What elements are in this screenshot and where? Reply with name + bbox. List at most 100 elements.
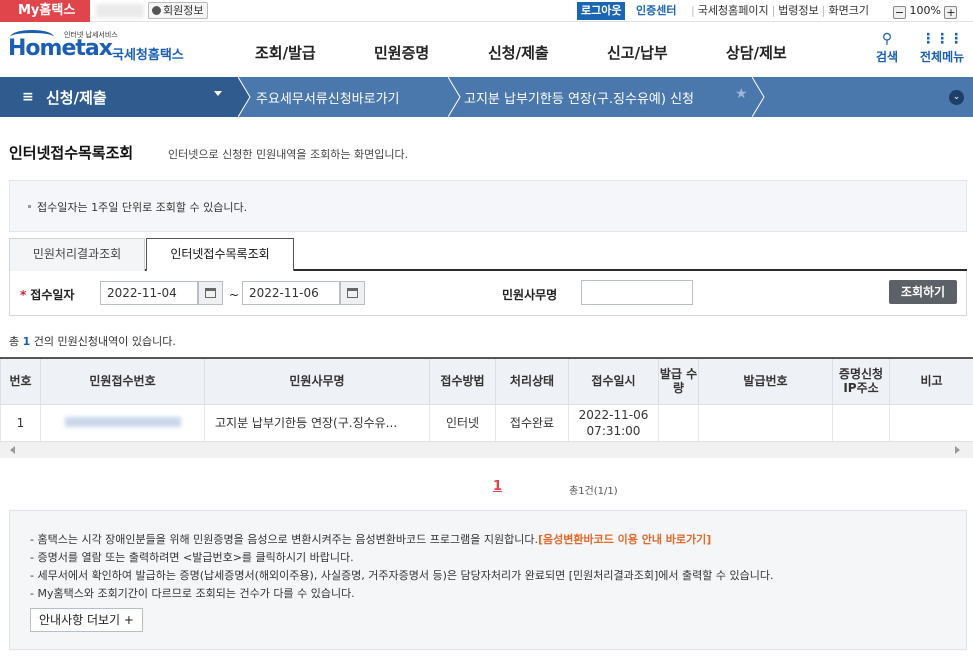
col-header: 번호 [0, 357, 41, 405]
cell-issue-no [698, 403, 833, 442]
screen-size-label: 화면크기 [828, 4, 869, 17]
page-total: 총1건(1/1) [569, 486, 618, 497]
law-info-link[interactable]: 법령정보 [778, 4, 818, 17]
nav-certificate[interactable]: 민원증명 [374, 42, 429, 63]
chevron-down-icon[interactable]: ⌄ [949, 90, 964, 105]
cert-center-link[interactable]: 인증센터 [636, 3, 676, 19]
table-header-row: 번호 민원접수번호 민원사무명 접수방법 처리상태 접수일시 발급 수량 발급번… [0, 357, 973, 405]
page-title: 인터넷접수목록조회 [9, 144, 134, 162]
tab-internet-receipt-list[interactable]: 인터넷접수목록조회 [146, 238, 294, 272]
result-count: 총 1 건의 민원신청내역이 있습니다. [9, 333, 176, 349]
count-number: 1 [22, 335, 31, 348]
guide-item: 증명서를 열람 또는 출력하려면 <발급번호>를 클릭하시기 바랍니다. [30, 549, 773, 567]
col-header: 접수일시 [568, 357, 659, 405]
to-date-input[interactable]: 2022-11-06 [242, 281, 340, 305]
page-description: 인터넷으로 신청한 민원내역을 조회하는 화면입니다. [168, 148, 409, 161]
scroll-right-icon[interactable] [955, 446, 960, 454]
breadcrumb: ≡ 신청/제출 주요세무서류신청바로가기 고지분 납부기한등 연장(구.징수유예… [0, 77, 973, 117]
date-label-text: 접수일자 [30, 288, 75, 302]
date-label: * 접수일자 [20, 286, 74, 303]
col-header: 발급번호 [698, 357, 833, 405]
nav-report-pay[interactable]: 신고/납부 [607, 42, 668, 63]
notice-text: 접수일자는 1주일 단위로 조회할 수 있습니다. [28, 199, 247, 215]
calendar-icon [347, 288, 358, 298]
dropdown-arrow-icon [214, 91, 222, 96]
tab-result-inquiry[interactable]: 민원처리결과조회 [9, 238, 145, 271]
logo-wordmark: Hometax [8, 36, 113, 61]
zoom-level: 100% [909, 4, 941, 17]
page-link-current[interactable]: 1 [493, 479, 502, 494]
cell-note [889, 403, 973, 442]
guide-item: My홈택스와 조회기간이 다르므로 조회되는 건수가 다를 수 있습니다. [30, 585, 773, 603]
logout-button[interactable]: 로그아웃 [577, 2, 626, 20]
table-row[interactable]: 1 고지분 납부기한등 연장(구.징수유... 인터넷 접수완료 2022-11… [0, 403, 973, 442]
col-header: 민원접수번호 [40, 357, 205, 405]
search-label: 검색 [876, 50, 899, 64]
to-calendar-button[interactable] [340, 281, 365, 305]
zoom-out-button[interactable]: − [893, 6, 906, 19]
nav-consult[interactable]: 상담/제보 [726, 42, 787, 63]
section-label: 신청/제출 [46, 89, 107, 107]
voice-barcode-link[interactable]: [음성변환바코드 이용 안내 바로가기] [538, 533, 711, 546]
guide-box: 홈택스는 시각 장애인분들을 위해 민원증명을 음성으로 변환시켜주는 음성변환… [9, 510, 967, 650]
cell-ip [832, 403, 890, 442]
main-nav: 인터넷 납세서비스 Hometax 국세청홈택스 조회/발급 민원증명 신청/제… [0, 22, 973, 77]
breadcrumb-level2[interactable]: 주요세무서류신청바로가기 [256, 88, 400, 107]
count-suffix: 건의 민원신청내역이 있습니다. [33, 335, 176, 348]
calendar-icon [205, 288, 216, 298]
cell-no: 1 [0, 403, 41, 442]
from-date-input[interactable]: 2022-11-04 [100, 281, 198, 305]
all-menu-button[interactable]: ⋮⋮⋮ 전체메뉴 [920, 30, 964, 65]
guide-item: 세무서에서 확인하여 발급하는 증명(납세증명서(해외이주용), 사실증명, 거… [30, 567, 773, 585]
breadcrumb-chevron-icon [448, 77, 461, 117]
guide-more-button[interactable]: 안내사항 더보기 + [30, 608, 143, 632]
cell-status: 접수완료 [495, 403, 569, 442]
nav-apply-submit[interactable]: 신청/제출 [488, 42, 549, 63]
col-header: 증명신청 IP주소 [832, 357, 890, 405]
horizontal-scrollbar[interactable] [0, 441, 973, 458]
office-label: 민원사무명 [502, 288, 558, 302]
receipt-no-blurred [64, 416, 181, 427]
from-calendar-button[interactable] [198, 281, 223, 305]
breadcrumb-level3[interactable]: 고지분 납부기한등 연장(구.징수유예) 신청 [464, 88, 694, 107]
results-table: 번호 민원접수번호 민원사무명 접수방법 처리상태 접수일시 발급 수량 발급번… [0, 357, 973, 442]
util-links: | 국세청홈페이지 | 법령정보 | 화면크기 [691, 4, 869, 17]
hamburger-icon: ≡ [22, 89, 34, 105]
search-submit-button[interactable]: 조회하기 [889, 280, 957, 304]
hometax-logo[interactable]: 인터넷 납세서비스 Hometax 국세청홈택스 [8, 28, 193, 72]
person-icon [152, 6, 161, 15]
grid-menu-icon: ⋮⋮⋮ [921, 31, 964, 47]
nav-inquiry-issue[interactable]: 조회/발급 [255, 42, 316, 63]
cell-qty [658, 403, 699, 442]
favorite-star-icon[interactable]: ★ [735, 86, 748, 102]
utility-bar: My홈택스 회원정보 로그아웃 인증센터 | 국세청홈페이지 | 법령정보 | 화면크기 … [0, 0, 973, 22]
zoom-in-button[interactable]: + [944, 6, 958, 19]
breadcrumb-chevron-icon [238, 77, 251, 117]
my-hometax-button[interactable]: My홈택스 [0, 0, 90, 22]
zoom-control: − 100% + [893, 3, 958, 19]
cell-office: 고지분 납부기한등 연장(구.징수유... [204, 403, 430, 442]
search-icon: ⚲ [881, 31, 893, 47]
col-header: 접수방법 [429, 357, 496, 405]
member-info-label: 회원정보 [163, 4, 204, 17]
cell-receipt-no[interactable] [40, 403, 205, 442]
breadcrumb-chevron-icon [752, 77, 765, 117]
section-menu-button[interactable]: ≡ 신청/제출 [0, 77, 238, 117]
guide-item: 홈택스는 시각 장애인분들을 위해 민원증명을 음성으로 변환시켜주는 음성변환… [30, 531, 773, 549]
office-input[interactable] [581, 280, 693, 305]
user-name-blurred [96, 4, 144, 18]
required-mark: * [20, 288, 27, 302]
col-header: 발급 수량 [658, 357, 699, 405]
count-prefix: 총 [9, 335, 20, 348]
logo-korean: 국세청홈택스 [112, 48, 184, 63]
cell-date: 2022-11-06 [578, 407, 649, 422]
cell-method: 인터넷 [429, 403, 496, 442]
col-header: 민원사무명 [204, 357, 430, 405]
scroll-left-icon[interactable] [10, 446, 15, 454]
nts-home-link[interactable]: 국세청홈페이지 [698, 4, 769, 17]
search-button[interactable]: ⚲ 검색 [876, 30, 898, 65]
member-info-button[interactable]: 회원정보 [148, 2, 209, 19]
col-header: 비고 [889, 357, 973, 405]
cell-time: 07:31:00 [586, 423, 641, 438]
col-header: 처리상태 [495, 357, 569, 405]
